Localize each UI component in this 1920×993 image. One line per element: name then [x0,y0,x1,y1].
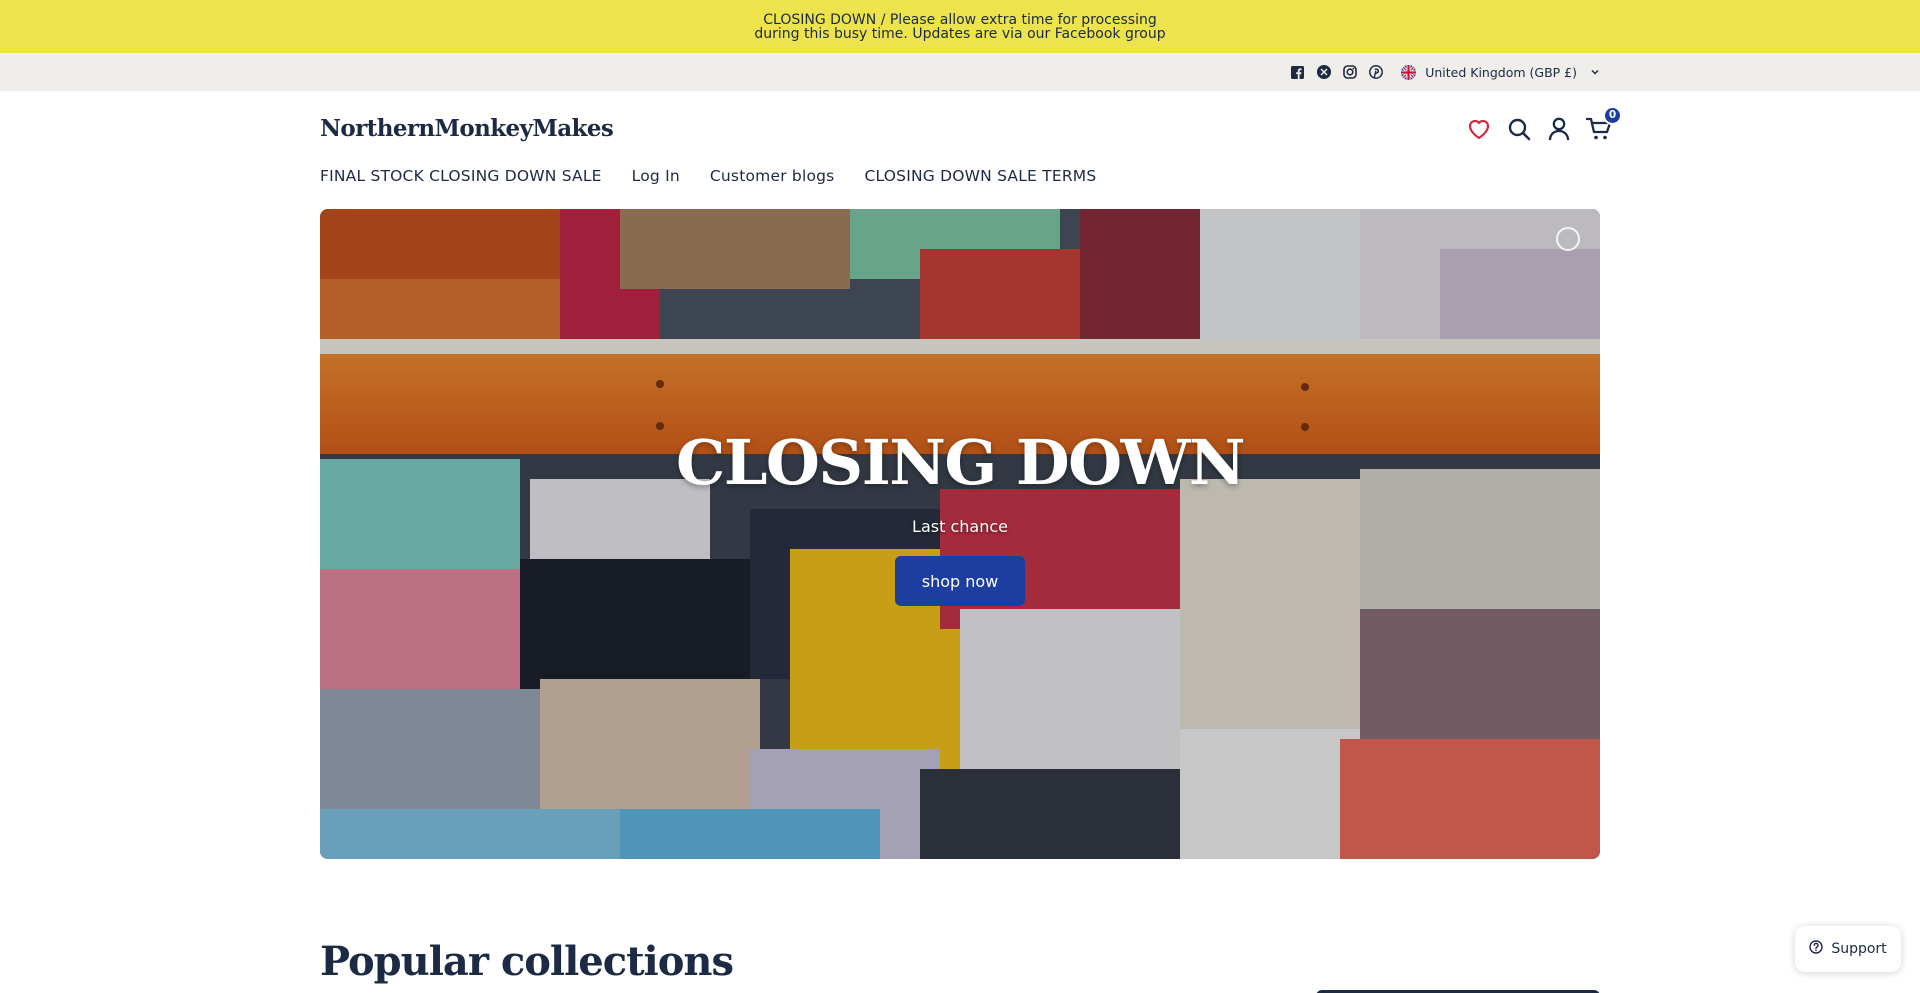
site-header: NorthernMonkeyMakes 0 [0,91,1920,166]
nav-item-final-stock-sale[interactable]: FINAL STOCK CLOSING DOWN SALE [320,166,602,186]
cart-icon[interactable]: 0 [1586,105,1622,142]
uk-flag-icon [1401,64,1417,80]
site-logo[interactable]: NorthernMonkeyMakes [320,115,614,142]
facebook-icon[interactable] [1290,65,1305,80]
hero-content: CLOSING DOWN Last chance shop now [320,427,1600,606]
hero-subtitle: Last chance [912,517,1008,536]
slideshow-pause-icon[interactable] [1556,227,1580,251]
social-links [1290,65,1383,80]
pinterest-icon[interactable] [1368,65,1383,80]
utility-bar: United Kingdom (GBP £) [0,53,1920,91]
locale-selector[interactable]: United Kingdom (GBP £) [1401,64,1600,80]
instagram-icon[interactable] [1342,65,1357,80]
nav-item-log-in[interactable]: Log In [632,166,680,186]
cart-count-badge: 0 [1603,105,1622,125]
chevron-down-icon [1590,67,1600,77]
help-icon [1809,940,1824,958]
main-nav: FINAL STOCK CLOSING DOWN SALE Log In Cus… [0,166,1920,200]
popular-collections-title: Popular collections [320,938,734,985]
header-actions: 0 [1466,105,1622,142]
hero-banner: CLOSING DOWN Last chance shop now [320,209,1600,859]
wishlist-heart-icon[interactable] [1466,116,1492,142]
nav-item-sale-terms[interactable]: CLOSING DOWN SALE TERMS [864,166,1096,186]
search-icon[interactable] [1506,116,1532,142]
shop-now-button[interactable]: shop now [895,556,1025,606]
x-icon[interactable] [1316,65,1331,80]
locale-label: United Kingdom (GBP £) [1425,64,1577,80]
nav-item-customer-blogs[interactable]: Customer blogs [710,166,835,186]
support-label: Support [1831,941,1887,957]
announcement-bar: CLOSING DOWN / Please allow extra time f… [0,0,1920,53]
hero-title: CLOSING DOWN [675,426,1246,499]
support-button[interactable]: Support [1795,926,1901,972]
account-icon[interactable] [1546,116,1572,142]
announcement-text: CLOSING DOWN / Please allow extra time f… [754,11,1166,42]
